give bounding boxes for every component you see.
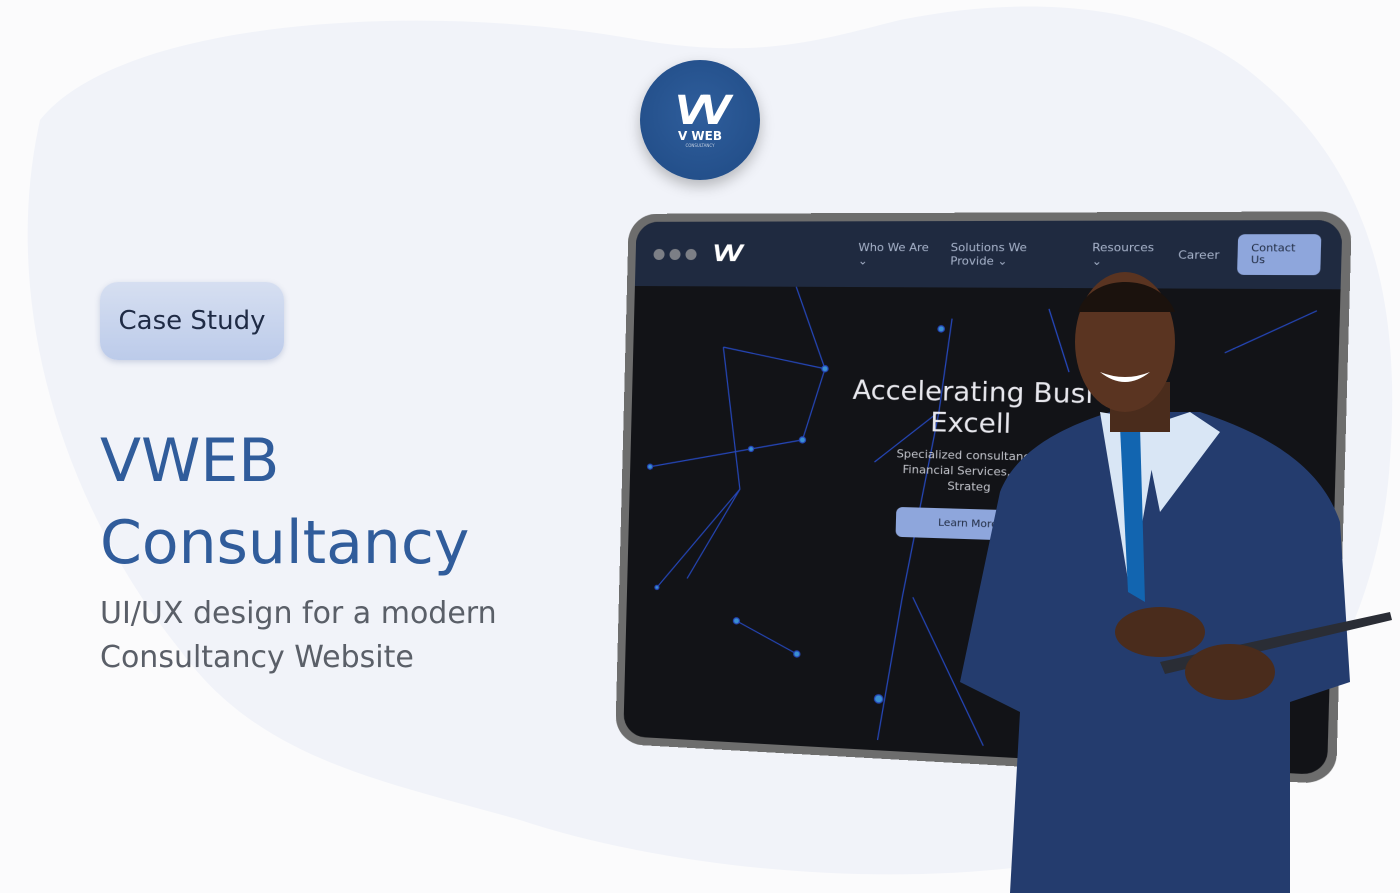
vweb-logo: VV V WEB CONSULTANCY [640,60,760,180]
logo-name: V WEB [677,128,723,143]
title-line-2: Consultancy [100,508,470,578]
logo-mark: VV [675,87,731,134]
logo-tagline: CONSULTANCY [685,142,715,148]
subtitle-line-1: UI/UX design for a modern [100,596,497,631]
page-title: VWEB Consultancy [100,420,469,584]
nav-who-we-are[interactable]: Who We Are ⌄ [858,241,934,268]
subtitle: UI/UX design for a modern Consultancy We… [100,592,497,680]
mockup-logo: VV [712,241,740,267]
nav-career[interactable]: Career [1178,248,1220,262]
title-line-1: VWEB [100,426,280,496]
businessman-photo [960,272,1392,893]
case-study-badge: Case Study [100,282,284,360]
subtitle-line-2: Consultancy Website [100,640,414,675]
window-dots [653,248,697,260]
